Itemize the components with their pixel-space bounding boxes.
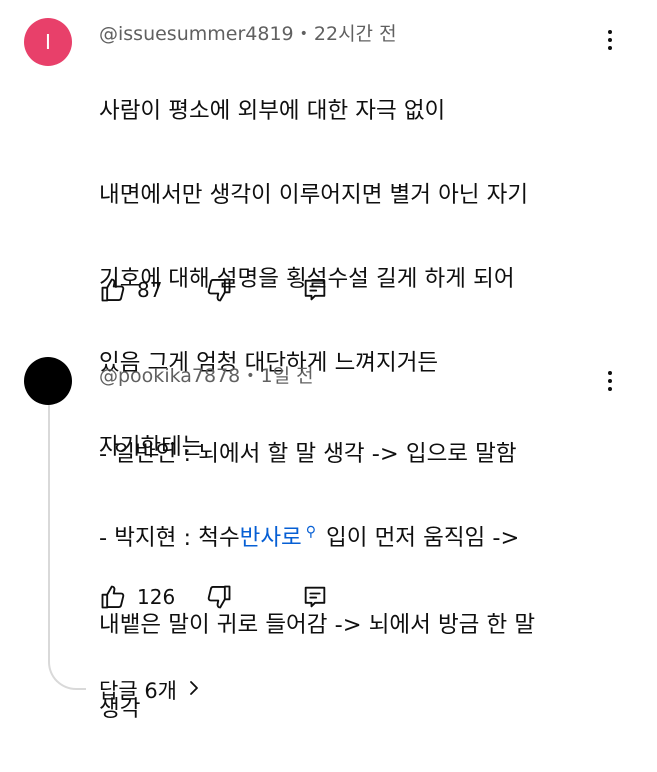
like-count: 87 (137, 278, 163, 302)
thumbs-up-icon (99, 583, 127, 611)
dislike-button[interactable] (205, 577, 233, 617)
avatar[interactable]: I (24, 18, 72, 66)
comment-line: 내면에서만 생각이 이루어지면 별거 아닌 자기 (99, 182, 529, 208)
thumbs-down-icon (205, 276, 233, 304)
reply-icon (301, 276, 329, 304)
reply-icon (301, 583, 329, 611)
separator-dot: • (299, 26, 308, 42)
author-name[interactable]: @issuesummer4819 (99, 23, 294, 45)
avatar-letter: I (45, 30, 51, 54)
comment-line: - 일반인 : 뇌에서 할 말 생각 -> 입으로 말함 (99, 441, 517, 467)
reply-thread-line (48, 405, 86, 690)
view-replies-button[interactable]: 답글 6개 (99, 675, 201, 705)
more-options-icon[interactable] (598, 361, 622, 401)
line-suffix: 입이 먼저 움직임 -> (326, 525, 520, 551)
like-button[interactable]: 87 (99, 270, 162, 310)
comment-header: @pookika7878 • 1일 전 (99, 361, 314, 388)
comment-time[interactable]: 22시간 전 (314, 23, 397, 45)
comment-line: 사람이 평소에 외부에 대한 자극 없이 (99, 98, 446, 124)
search-icon[interactable]: ⚲ (306, 524, 316, 540)
comment-actions: 87 (99, 270, 359, 310)
reply-button[interactable] (301, 577, 329, 617)
separator-dot: • (246, 368, 255, 384)
like-button[interactable]: 126 (99, 577, 175, 617)
dislike-button[interactable] (205, 270, 233, 310)
thumbs-up-icon (99, 276, 127, 304)
search-link[interactable]: 반사로 (240, 525, 302, 551)
comment-actions: 126 (99, 577, 359, 617)
comment-line: - 박지현 : 척수반사로 ⚲ 입이 먼저 움직임 -> (99, 517, 535, 562)
comment-header: @issuesummer4819 • 22시간 전 (99, 19, 397, 46)
author-name[interactable]: @pookika7878 (99, 365, 240, 387)
thumbs-down-icon (205, 583, 233, 611)
avatar[interactable] (24, 357, 72, 405)
like-count: 126 (137, 585, 176, 609)
more-options-icon[interactable] (598, 20, 622, 60)
chevron-right-icon (187, 678, 201, 702)
line-prefix: - 박지현 : 척수 (99, 525, 240, 551)
replies-label: 답글 6개 (99, 679, 177, 703)
comment-time[interactable]: 1일 전 (261, 365, 314, 387)
reply-button[interactable] (301, 270, 329, 310)
